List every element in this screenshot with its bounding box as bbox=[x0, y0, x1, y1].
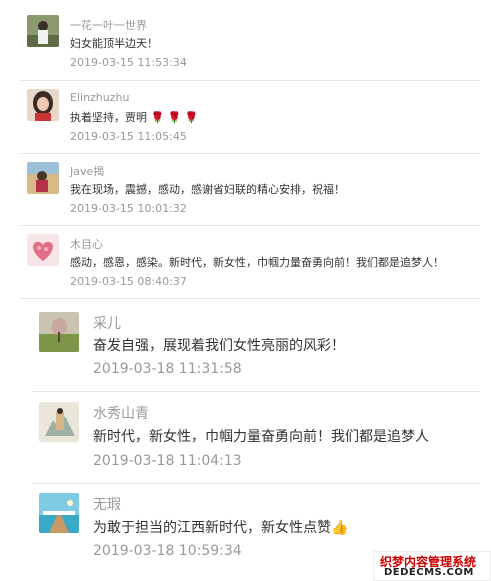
avatar[interactable] bbox=[39, 493, 79, 533]
comment-text: 为敢于担当的江西新时代，新女性点赞👍 bbox=[93, 517, 348, 537]
comment-text-body: 为敢于担当的江西新时代，新女性点赞 bbox=[93, 520, 331, 536]
comment-author: 一花一叶一世界 bbox=[70, 19, 147, 32]
comment-text: 执着坚持，贾明 🌹 🌹 🌹 bbox=[70, 109, 199, 125]
avatar-image bbox=[27, 234, 59, 266]
comment-author: Elinzhuzhu bbox=[70, 91, 130, 104]
comment-list: 一花一叶一世界 妇女能顶半边天！ 2019-03-15 11:53:34 Eli… bbox=[0, 0, 491, 581]
avatar[interactable] bbox=[39, 402, 79, 442]
comment-author: Jave揭 bbox=[70, 165, 105, 178]
divider bbox=[20, 225, 479, 226]
comment-author: 无瑕 bbox=[93, 497, 121, 513]
comment-text: 妇女能顶半边天！ bbox=[70, 37, 158, 50]
avatar-image bbox=[27, 89, 59, 121]
comment-text: 我在现场，震撼，感动，感谢省妇联的精心安排，祝福！ bbox=[70, 183, 345, 196]
avatar[interactable] bbox=[27, 15, 59, 47]
avatar[interactable] bbox=[27, 89, 59, 121]
comment-text: 奋发自强，展现着我们女性亮丽的风彩！ bbox=[93, 338, 345, 354]
comment-text: 感动，感恩，感染。新时代，新女性，巾帼力量奋勇向前！我们都是追梦人！ bbox=[70, 256, 444, 269]
avatar-image bbox=[39, 402, 79, 442]
comment-time: 2019-03-15 11:53:34 bbox=[70, 56, 187, 69]
watermark-domain: DEDECMS.COM bbox=[384, 567, 474, 578]
comment-time: 2019-03-18 10:59:34 bbox=[93, 543, 242, 559]
avatar[interactable] bbox=[39, 312, 79, 352]
avatar-image bbox=[39, 493, 79, 533]
avatar-image bbox=[27, 162, 59, 194]
avatar[interactable] bbox=[27, 162, 59, 194]
watermark-logo: 织梦内容管理系统 DEDECMS.COM bbox=[373, 551, 491, 581]
divider bbox=[20, 153, 479, 154]
avatar-image bbox=[39, 312, 79, 352]
comment-time: 2019-03-15 11:05:45 bbox=[70, 130, 187, 143]
comment-time: 2019-03-18 11:04:13 bbox=[93, 453, 242, 469]
comment-author: 水秀山青 bbox=[93, 406, 149, 422]
comment-time: 2019-03-15 08:40:37 bbox=[70, 275, 187, 288]
rose-icon: 🌹 🌹 🌹 bbox=[150, 111, 199, 124]
comment-time: 2019-03-15 10:01:32 bbox=[70, 202, 187, 215]
comment-text: 新时代，新女性，巾帼力量奋勇向前！我们都是追梦人 bbox=[93, 429, 429, 445]
comment-author: 采儿 bbox=[93, 316, 121, 332]
comment-time: 2019-03-18 11:31:58 bbox=[93, 361, 242, 377]
avatar-image bbox=[27, 15, 59, 47]
comment-author: 木目心 bbox=[70, 238, 103, 251]
divider bbox=[32, 483, 479, 484]
thumbs-up-icon: 👍 bbox=[331, 520, 349, 536]
avatar[interactable] bbox=[27, 234, 59, 266]
divider bbox=[32, 391, 479, 392]
divider bbox=[20, 80, 479, 81]
divider bbox=[20, 298, 479, 299]
comment-text-body: 执着坚持，贾明 bbox=[70, 111, 147, 124]
